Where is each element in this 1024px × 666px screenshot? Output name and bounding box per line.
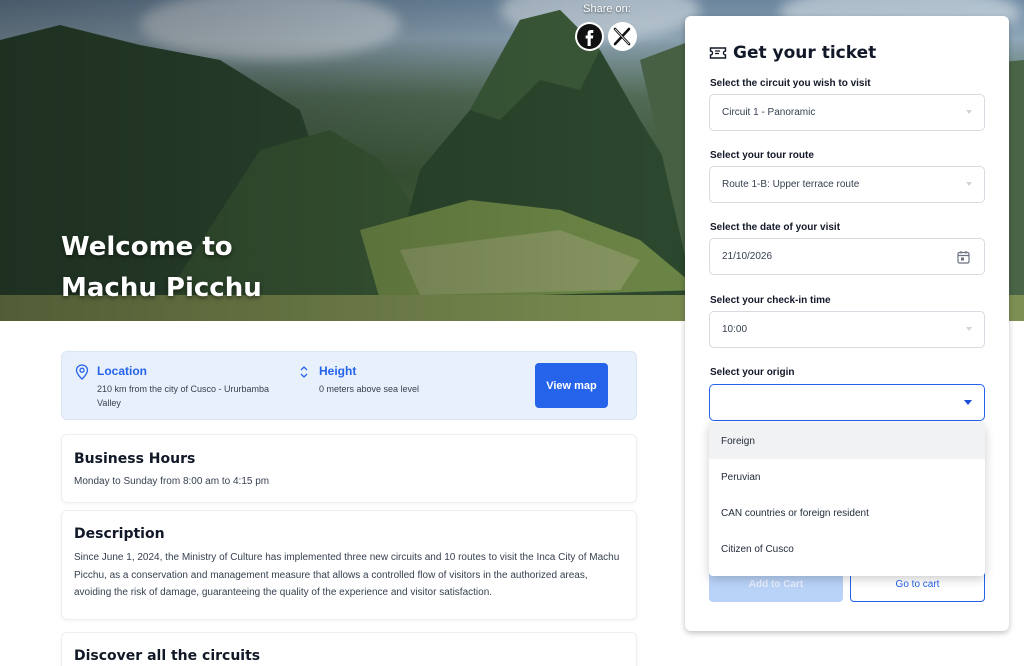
origin-dropdown: Foreign Peruvian CAN countries or foreig… xyxy=(709,423,985,576)
info-card: Location 210 km from the city of Cusco -… xyxy=(61,351,637,420)
hero-title-line1: Welcome to xyxy=(61,232,233,262)
ticket-header: Get your ticket xyxy=(709,43,876,63)
circuits-title: Discover all the circuits xyxy=(74,648,261,664)
x-icon[interactable] xyxy=(608,22,637,51)
location-title: Location xyxy=(97,364,147,378)
time-select[interactable]: 10:00 xyxy=(709,311,985,348)
route-select[interactable]: Route 1-B: Upper terrace route xyxy=(709,166,985,203)
calendar-icon[interactable] xyxy=(957,250,970,264)
date-field-value: 21/10/2026 xyxy=(722,251,773,262)
origin-option-cusco[interactable]: Citizen of Cusco xyxy=(709,531,985,567)
ticket-icon xyxy=(709,47,727,59)
share-label: Share on: xyxy=(583,3,631,15)
business-hours-text: Monday to Sunday from 8:00 am to 4:15 pm xyxy=(74,476,270,487)
description-panel: Description Since June 1, 2024, the Mini… xyxy=(61,510,637,620)
date-field[interactable]: 21/10/2026 xyxy=(709,238,985,275)
height-info: Height 0 meters above sea level xyxy=(319,364,509,396)
height-title: Height xyxy=(319,364,357,378)
circuits-panel: Discover all the circuits xyxy=(61,632,637,666)
business-hours-panel: Business Hours Monday to Sunday from 8:0… xyxy=(61,434,637,503)
circuit-select[interactable]: Circuit 1 - Panoramic xyxy=(709,94,985,131)
hero-title: Welcome to Machu Picchu xyxy=(61,227,262,309)
date-label: Select the date of your visit xyxy=(710,222,841,233)
chevron-down-icon xyxy=(966,110,972,114)
origin-option-can[interactable]: CAN countries or foreign resident xyxy=(709,495,985,531)
time-select-value: 10:00 xyxy=(722,324,748,335)
location-info: Location 210 km from the city of Cusco -… xyxy=(97,364,277,410)
description-text: Since June 1, 2024, the Ministry of Cult… xyxy=(74,552,620,598)
circuit-label: Select the circuit you wish to visit xyxy=(710,78,871,89)
location-pin-icon xyxy=(75,364,89,380)
share-buttons xyxy=(575,22,637,51)
height-text: 0 meters above sea level xyxy=(319,384,420,394)
height-arrows-icon xyxy=(300,366,308,378)
description-title: Description xyxy=(74,526,165,542)
route-select-value: Route 1-B: Upper terrace route xyxy=(722,179,860,190)
time-label: Select your check-in time xyxy=(710,295,831,306)
circuit-select-value: Circuit 1 - Panoramic xyxy=(722,107,816,118)
chevron-down-icon xyxy=(964,400,972,405)
ticket-title: Get your ticket xyxy=(733,43,877,63)
business-hours-title: Business Hours xyxy=(74,451,196,467)
view-map-button[interactable]: View map xyxy=(535,363,608,408)
location-text: 210 km from the city of Cusco - Ururbamb… xyxy=(97,384,270,408)
facebook-icon[interactable] xyxy=(575,22,604,51)
origin-option-peruvian[interactable]: Peruvian xyxy=(709,459,985,495)
hero-title-line2: Machu Picchu xyxy=(61,273,262,303)
chevron-down-icon xyxy=(966,182,972,186)
route-label: Select your tour route xyxy=(710,150,814,161)
origin-label: Select your origin xyxy=(710,367,795,378)
chevron-down-icon xyxy=(966,327,972,331)
origin-option-foreign[interactable]: Foreign xyxy=(709,423,985,459)
origin-select[interactable] xyxy=(709,384,985,421)
